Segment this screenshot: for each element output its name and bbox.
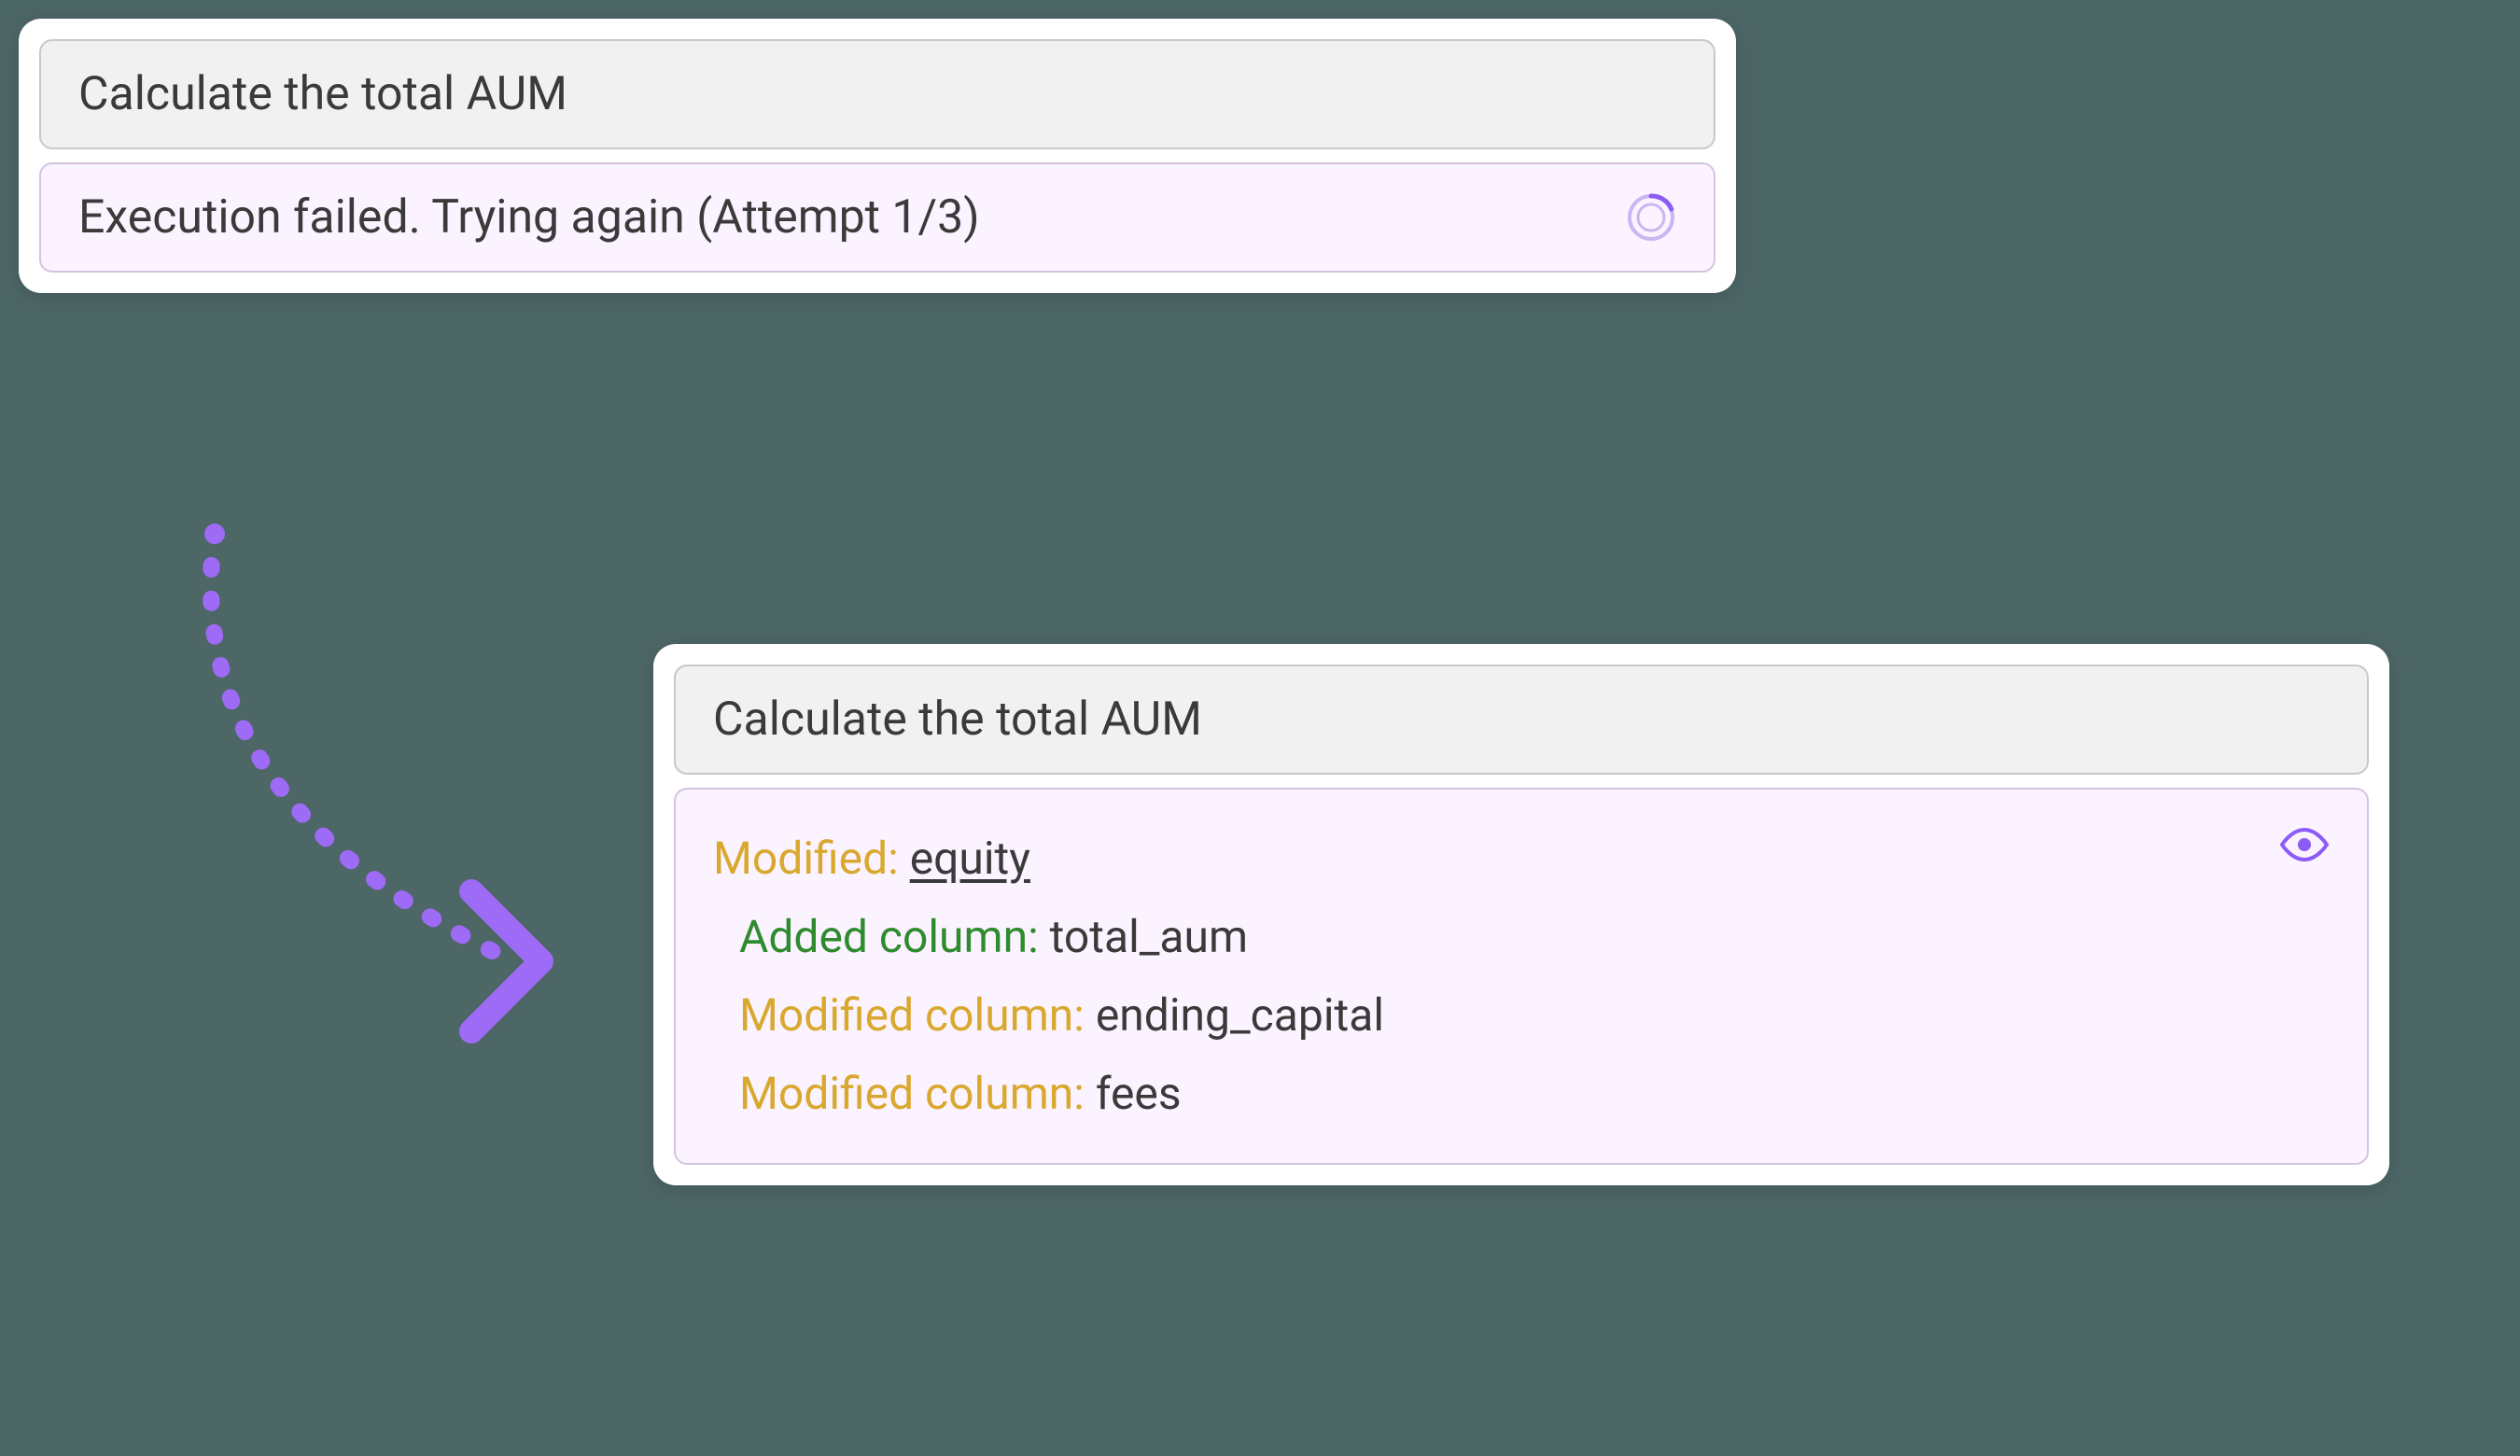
change-label: Modified column:: [739, 988, 1085, 1042]
status-text: Execution failed. Trying again (Attempt …: [78, 190, 980, 245]
task-title-row: Calculate the total AUM: [674, 665, 2369, 775]
change-line: Modified column: fees: [713, 1055, 2330, 1133]
modified-label: Modified:: [713, 832, 899, 885]
modified-header-line: Modified: equity: [713, 819, 2330, 898]
modified-target[interactable]: equity: [910, 832, 1030, 885]
task-title: Calculate the total AUM: [713, 693, 1202, 747]
task-title: Calculate the total AUM: [78, 67, 567, 121]
change-value: total_aum: [1050, 910, 1248, 963]
eye-icon[interactable]: [2279, 827, 2330, 862]
change-line: Modified column: ending_capital: [713, 976, 2330, 1055]
change-label: Added column:: [739, 910, 1039, 963]
change-value: ending_capital: [1096, 988, 1384, 1042]
change-value: fees: [1096, 1067, 1182, 1120]
execution-card-pending: Calculate the total AUM Execution failed…: [19, 19, 1736, 293]
spinner-icon: [1626, 192, 1676, 243]
change-label: Modified column:: [739, 1067, 1085, 1120]
status-row: Execution failed. Trying again (Attempt …: [39, 162, 1715, 273]
change-line: Added column: total_aum: [713, 898, 2330, 976]
result-row: Modified: equity Added column: total_aum…: [674, 788, 2369, 1165]
task-title-row: Calculate the total AUM: [39, 39, 1715, 149]
flow-arrow: [140, 523, 579, 1045]
execution-card-result: Calculate the total AUM Modified: equity…: [653, 644, 2389, 1185]
